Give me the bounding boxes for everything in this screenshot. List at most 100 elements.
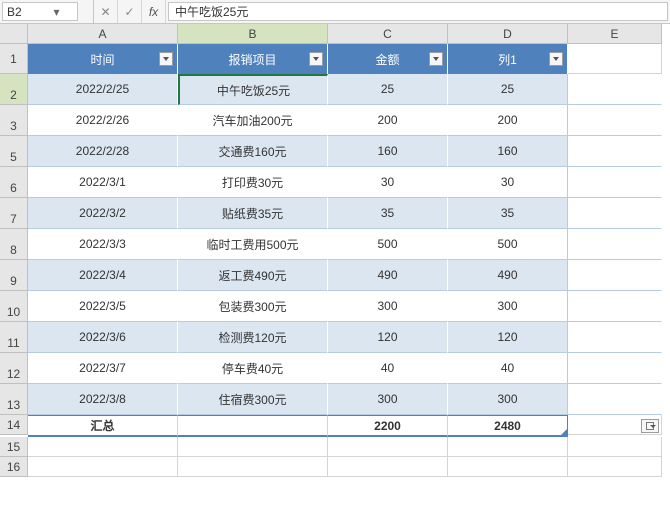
empty-cell[interactable]	[568, 198, 662, 229]
cell-6-A[interactable]: 2022/3/1	[28, 167, 178, 198]
empty-cell[interactable]	[568, 229, 662, 260]
row-header-7[interactable]: 7	[0, 198, 28, 229]
cell-12-A[interactable]: 2022/3/7	[28, 353, 178, 384]
name-box-dropdown-icon[interactable]: ▾	[40, 5, 73, 19]
empty-cell[interactable]	[328, 457, 448, 477]
cell-3-B[interactable]: 汽车加油200元	[178, 105, 328, 136]
cell-11-D[interactable]: 120	[448, 322, 568, 353]
row-header-3[interactable]: 3	[0, 105, 28, 136]
row-header-9[interactable]: 9	[0, 260, 28, 291]
row-header-12[interactable]: 12	[0, 353, 28, 384]
row-header-10[interactable]: 10	[0, 291, 28, 322]
cell-7-D[interactable]: 35	[448, 198, 568, 229]
empty-cell[interactable]	[568, 322, 662, 353]
row-header-8[interactable]: 8	[0, 229, 28, 260]
cell-8-A[interactable]: 2022/3/3	[28, 229, 178, 260]
total-col1[interactable]: 2480	[448, 415, 568, 437]
cancel-button[interactable]: ✕	[94, 0, 118, 23]
empty-cell[interactable]	[568, 457, 662, 477]
filter-dropdown-icon[interactable]	[159, 52, 173, 66]
col-header-B[interactable]: B	[178, 24, 328, 44]
empty-cell[interactable]	[448, 437, 568, 457]
row-header-14[interactable]: 14	[0, 415, 28, 435]
cell-7-B[interactable]: 贴纸费35元	[178, 198, 328, 229]
row-header-15[interactable]: 15	[0, 437, 28, 457]
cell-9-A[interactable]: 2022/3/4	[28, 260, 178, 291]
cell-6-D[interactable]: 30	[448, 167, 568, 198]
cell-11-A[interactable]: 2022/3/6	[28, 322, 178, 353]
empty-cell[interactable]	[178, 437, 328, 457]
row-header-13[interactable]: 13	[0, 384, 28, 415]
cell-5-D[interactable]: 160	[448, 136, 568, 167]
empty-cell[interactable]	[568, 384, 662, 415]
cell-12-C[interactable]: 40	[328, 353, 448, 384]
row-header-6[interactable]: 6	[0, 167, 28, 198]
cell-9-B[interactable]: 返工费490元	[178, 260, 328, 291]
cell-3-A[interactable]: 2022/2/26	[28, 105, 178, 136]
table-header-3[interactable]: 列1	[448, 44, 568, 74]
empty-cell[interactable]	[568, 105, 662, 136]
filter-dropdown-icon[interactable]	[549, 52, 563, 66]
cell-10-D[interactable]: 300	[448, 291, 568, 322]
total-label-cell[interactable]: 汇总	[28, 415, 178, 437]
name-box[interactable]: B2 ▾	[2, 2, 78, 21]
empty-cell[interactable]	[568, 44, 662, 74]
cell-6-C[interactable]: 30	[328, 167, 448, 198]
cell-13-C[interactable]: 300	[328, 384, 448, 415]
empty-cell[interactable]	[568, 291, 662, 322]
total-amt[interactable]: 2200	[328, 415, 448, 437]
cell-13-B[interactable]: 住宿费300元	[178, 384, 328, 415]
cell-10-A[interactable]: 2022/3/5	[28, 291, 178, 322]
empty-cell[interactable]	[328, 437, 448, 457]
empty-cell[interactable]	[28, 457, 178, 477]
empty-cell[interactable]	[448, 457, 568, 477]
cell-12-B[interactable]: 停车费40元	[178, 353, 328, 384]
col-header-E[interactable]: E	[568, 24, 662, 44]
cell-11-B[interactable]: 检测费120元	[178, 322, 328, 353]
row-header-2[interactable]: 2	[0, 74, 28, 105]
cell-8-C[interactable]: 500	[328, 229, 448, 260]
empty-cell[interactable]	[568, 136, 662, 167]
cell-2-B[interactable]: 中午吃饭25元	[178, 74, 328, 105]
cell-5-B[interactable]: 交通费160元	[178, 136, 328, 167]
cell-11-C[interactable]: 120	[328, 322, 448, 353]
cell-7-C[interactable]: 35	[328, 198, 448, 229]
total-blank[interactable]	[178, 415, 328, 437]
table-header-0[interactable]: 时间	[28, 44, 178, 74]
table-header-1[interactable]: 报销项目	[178, 44, 328, 74]
col-header-D[interactable]: D	[448, 24, 568, 44]
confirm-button[interactable]: ✓	[118, 0, 142, 23]
cell-5-A[interactable]: 2022/2/28	[28, 136, 178, 167]
filter-dropdown-icon[interactable]	[309, 52, 323, 66]
cell-2-A[interactable]: 2022/2/25	[28, 74, 178, 105]
empty-cell[interactable]	[28, 437, 178, 457]
empty-cell[interactable]	[178, 457, 328, 477]
cell-9-D[interactable]: 490	[448, 260, 568, 291]
cell-3-D[interactable]: 200	[448, 105, 568, 136]
cell-3-C[interactable]: 200	[328, 105, 448, 136]
formula-input[interactable]: 中午吃饭25元	[168, 2, 668, 21]
empty-cell[interactable]	[568, 260, 662, 291]
row-header-16[interactable]: 16	[0, 457, 28, 477]
spreadsheet-grid[interactable]: ABCDE1时间报销项目金额列122022/2/25中午吃饭25元2525320…	[0, 24, 670, 477]
cell-5-C[interactable]: 160	[328, 136, 448, 167]
table-resize-handle[interactable]	[561, 429, 567, 435]
autofill-options-icon[interactable]	[641, 419, 659, 433]
cell-2-D[interactable]: 25	[448, 74, 568, 105]
col-header-A[interactable]: A	[28, 24, 178, 44]
cell-10-C[interactable]: 300	[328, 291, 448, 322]
select-all-corner[interactable]	[0, 24, 28, 44]
empty-cell[interactable]	[568, 437, 662, 457]
cell-13-D[interactable]: 300	[448, 384, 568, 415]
fx-icon[interactable]: fx	[142, 0, 166, 23]
row-header-1[interactable]: 1	[0, 44, 28, 74]
empty-cell[interactable]	[568, 167, 662, 198]
empty-cell[interactable]	[568, 353, 662, 384]
row-header-5[interactable]: 5	[0, 136, 28, 167]
cell-9-C[interactable]: 490	[328, 260, 448, 291]
cell-6-B[interactable]: 打印费30元	[178, 167, 328, 198]
cell-2-C[interactable]: 25	[328, 74, 448, 105]
cell-8-B[interactable]: 临时工费用500元	[178, 229, 328, 260]
empty-cell[interactable]	[568, 415, 662, 435]
cell-12-D[interactable]: 40	[448, 353, 568, 384]
